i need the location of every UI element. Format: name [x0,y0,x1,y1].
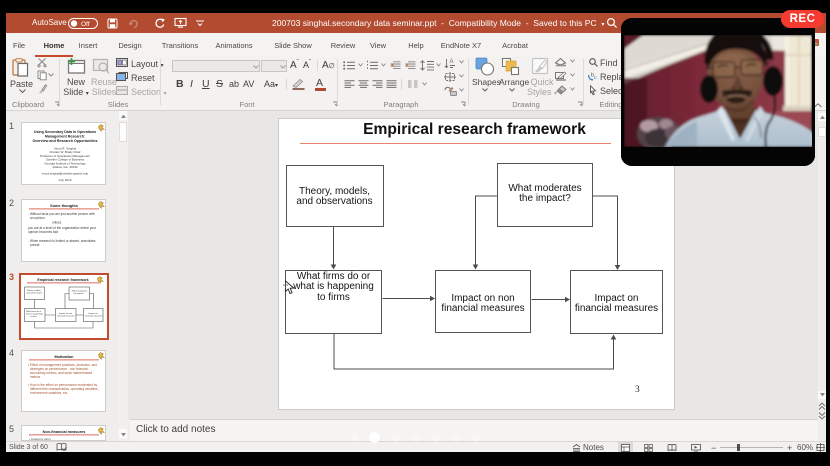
svg-text:Theory, models,: Theory, models, [26,289,41,292]
svg-text:3: 3 [635,385,640,395]
svg-text:Impact on: Impact on [88,312,98,315]
svg-text:Using Secondary Data in Operat: Using Secondary Data in Operations [34,130,96,134]
svg-text:unless: unless [52,220,62,224]
svg-text:Non-financial measures: Non-financial measures [43,430,86,434]
svg-text:Some thoughts: Some thoughts [50,204,78,208]
svg-text:the impact?: the impact? [73,292,85,295]
svg-text:prevail: prevail [30,243,40,247]
svg-text:Impact on non: Impact on non [59,312,73,315]
svg-text:an opinion: an opinion [30,216,45,220]
svg-text:metrics: metrics [30,375,41,379]
svg-text:financial measures: financial measures [85,314,102,317]
svg-text:Management Research:: Management Research: [45,134,85,138]
svg-text:Off: Off [81,21,90,28]
svg-text:Atlanta, GA, 30332: Atlanta, GA, 30332 [52,165,78,169]
svg-text:What moderates: What moderates [72,289,87,292]
svg-text:What firms do or: What firms do or [26,310,42,313]
svg-text:what is happening: what is happening [26,312,44,315]
svg-text:A: A [450,59,454,65]
svg-text:vinod.singhal@scheller.gatech.: vinod.singhal@scheller.gatech.edu [42,171,89,175]
svg-text:Overview and Research Opportun: Overview and Research Opportunities [32,139,97,143]
svg-text:opinion becomes fact: opinion becomes fact [28,230,58,234]
svg-text:financial measures: financial measures [57,314,74,317]
svg-text:Empirical research framework: Empirical research framework [37,278,88,282]
svg-text:to firms: to firms [30,315,37,318]
svg-text:c: c [594,75,597,81]
svg-text:environment variables, etc.: environment variables, etc. [30,391,68,395]
svg-text:Motivation: Motivation [55,355,75,359]
svg-text:July 2019: July 2019 [59,178,72,182]
svg-text:and observations: and observations [26,291,42,294]
